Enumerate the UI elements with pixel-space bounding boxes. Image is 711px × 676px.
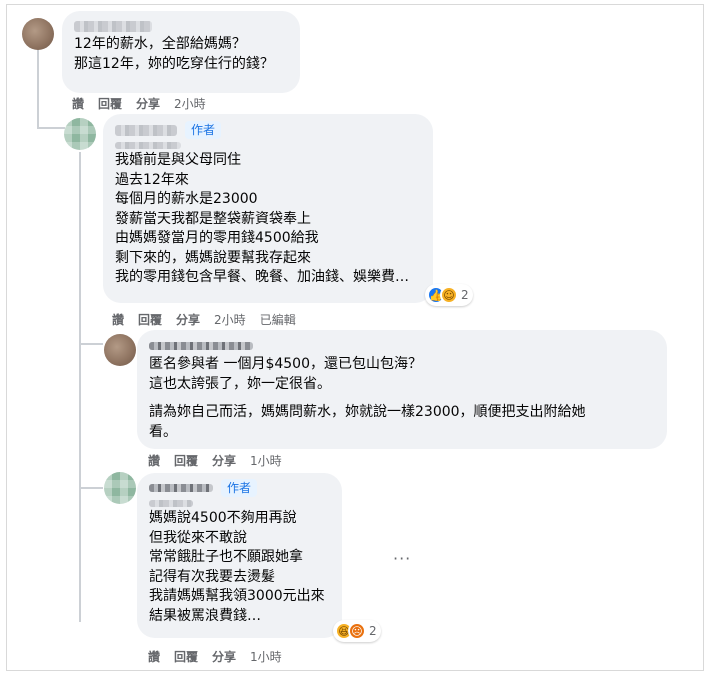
avatar[interactable]	[22, 18, 54, 50]
care-icon: ☺	[440, 286, 458, 304]
comment-bubble: 作者 我婚前是與父母同住 過去12年來 每個月的薪水是23000 發薪當天我都是…	[103, 114, 433, 303]
comment-actions: 讚 回覆 分享 2小時	[72, 95, 220, 111]
timestamp[interactable]: 2小時	[174, 95, 206, 112]
like-button[interactable]: 讚	[112, 311, 124, 328]
comment-actions: 讚 回覆 分享 2小時 已編輯	[112, 311, 310, 327]
commenter-name-blurred[interactable]	[149, 342, 253, 350]
comment-bubble: 作者 媽媽說4500不夠用再說 但我從來不敢說 常常餓肚子也不願跟她拿 記得有次…	[137, 473, 342, 638]
thread-connector	[79, 487, 103, 489]
reaction-count: 2	[369, 624, 377, 638]
like-button[interactable]: 讚	[72, 95, 84, 112]
like-button[interactable]: 讚	[148, 452, 160, 469]
comment-text: 記得有次我要去燙髮	[149, 568, 275, 585]
avatar[interactable]	[104, 472, 136, 504]
reaction-count: 2	[461, 288, 469, 302]
commenter-subtitle-blurred	[115, 141, 181, 149]
more-options-icon[interactable]: ···	[393, 551, 411, 567]
commenter-subtitle-blurred	[149, 499, 193, 507]
share-button[interactable]: 分享	[212, 648, 236, 665]
author-badge: 作者	[185, 121, 222, 139]
comment-text: 媽媽說4500不夠用再說	[149, 510, 297, 526]
avatar[interactable]	[104, 334, 136, 366]
comment-text: 請為妳自己而活，媽媽問薪水，妳就說一樣23000，順便把支出附給她	[149, 404, 586, 420]
comment-text: 但我從來不敢說	[149, 529, 247, 546]
reaction-summary[interactable]: 😆 ☹ 2	[333, 620, 381, 642]
comment-text: 我請媽媽幫我領3000元出來	[149, 588, 325, 604]
avatar[interactable]	[64, 118, 96, 150]
comment-actions: 讚 回覆 分享 1小時	[148, 648, 296, 664]
share-button[interactable]: 分享	[176, 311, 200, 328]
comment-text: 看。	[149, 423, 177, 440]
comment-text: 每個月的薪水是23000	[115, 191, 258, 207]
comment-text: 剩下來的，媽媽說要幫我存起來	[115, 249, 311, 266]
comment-text: 由媽媽發當月的零用錢4500給我	[115, 230, 319, 246]
comment-text: 我婚前是與父母同住	[115, 152, 241, 168]
reply-button[interactable]: 回覆	[174, 648, 198, 665]
comment-actions: 讚 回覆 分享 1小時	[148, 452, 296, 468]
like-button[interactable]: 讚	[148, 648, 160, 665]
author-badge: 作者	[221, 479, 258, 497]
thread-connector	[37, 127, 65, 129]
edited-label[interactable]: 已編輯	[260, 311, 296, 328]
comment-text: 我的零用錢包含早餐、晚餐、加油錢、娛樂費…	[115, 269, 409, 285]
thread-connector	[79, 152, 81, 622]
comment-text: 過去12年來	[115, 171, 189, 188]
timestamp[interactable]: 1小時	[250, 648, 282, 665]
timestamp[interactable]: 2小時	[214, 311, 246, 328]
reply-button[interactable]: 回覆	[174, 452, 198, 469]
comment-text: 常常餓肚子也不願跟她拿	[149, 549, 303, 565]
reply-button[interactable]: 回覆	[138, 311, 162, 328]
reply-button[interactable]: 回覆	[98, 95, 122, 112]
commenter-name-blurred[interactable]	[115, 124, 177, 136]
comment-bubble: 12年的薪水，全部給媽媽？ 那這12年，妳的吃穿住行的錢？	[62, 11, 300, 93]
comment-text: 匿名參與者 一個月$4500，還已包山包海？	[149, 356, 422, 372]
comment-text: 結果被罵浪費錢…	[149, 607, 261, 624]
comment-bubble: 匿名參與者 一個月$4500，還已包山包海？ 這也太誇張了，妳一定很省。 請為妳…	[137, 330, 667, 449]
angry-icon: ☹	[348, 622, 366, 640]
comment-text: 12年的薪水，全部給媽媽？	[74, 36, 246, 52]
commenter-name-blurred[interactable]	[74, 20, 152, 32]
comment-text: 發薪當天我都是整袋薪資袋奉上	[115, 210, 311, 227]
share-button[interactable]: 分享	[212, 452, 236, 469]
timestamp[interactable]: 1小時	[250, 452, 282, 469]
commenter-name-blurred[interactable]	[149, 484, 213, 492]
share-button[interactable]: 分享	[136, 95, 160, 112]
reaction-summary[interactable]: 👍 ☺ 2	[425, 284, 473, 306]
comment-text: 這也太誇張了，妳一定很省。	[149, 375, 331, 392]
comment-text: 那這12年，妳的吃穿住行的錢？	[74, 55, 274, 72]
thread-connector	[37, 46, 39, 128]
thread-connector	[79, 343, 103, 345]
